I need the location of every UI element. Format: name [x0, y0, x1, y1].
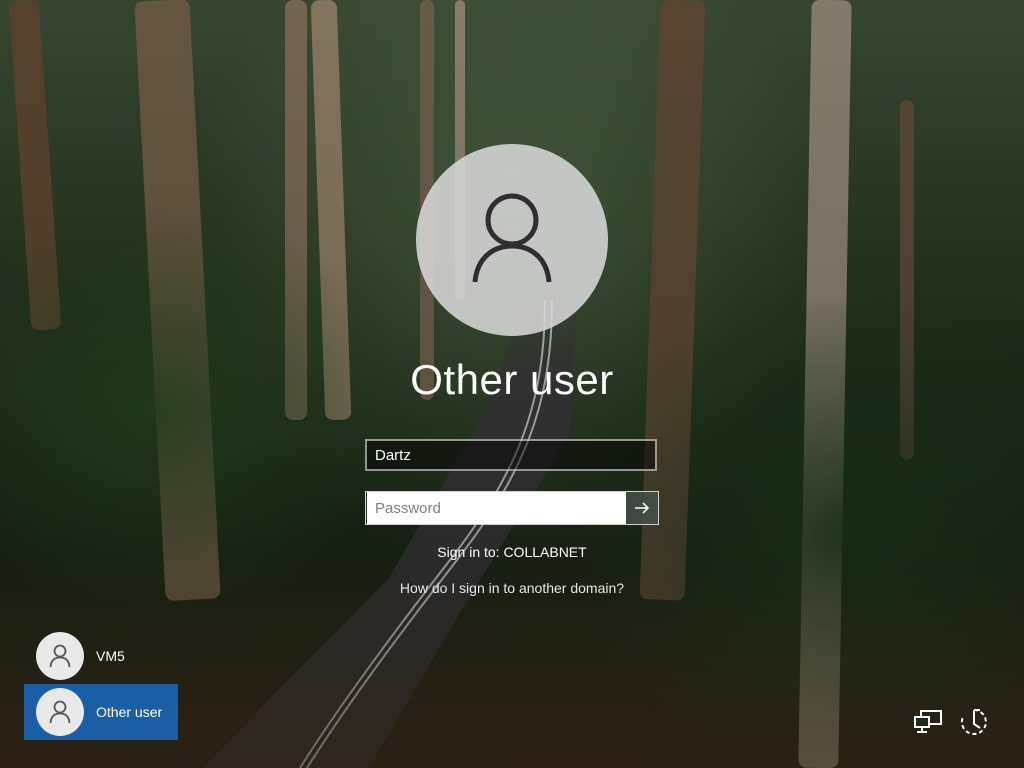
username-field[interactable]: Dartz	[365, 439, 657, 471]
password-field[interactable]	[366, 492, 626, 524]
username-value: Dartz	[375, 446, 411, 464]
sign-in-domain-text: Sign in to: COLLABNET	[437, 544, 587, 560]
selected-user-name: Other user	[410, 356, 614, 403]
network-button[interactable]	[910, 704, 946, 740]
user-tile-other-user[interactable]: Other user	[24, 684, 178, 740]
network-icon	[914, 710, 942, 733]
user-icon	[49, 700, 71, 724]
user-avatar	[416, 144, 608, 336]
ease-of-access-icon	[960, 709, 987, 735]
domain-help-link[interactable]: How do I sign in to another domain?	[400, 580, 624, 596]
avatar	[36, 632, 84, 680]
user-tile-label: VM5	[96, 648, 125, 664]
user-icon	[49, 644, 71, 668]
user-tile-vm5[interactable]: VM5	[24, 628, 178, 684]
password-box	[365, 491, 659, 525]
user-tile-label: Other user	[96, 704, 163, 720]
ease-of-access-button[interactable]	[956, 704, 992, 740]
arrow-right-icon	[635, 502, 650, 514]
avatar	[36, 688, 84, 736]
user-icon	[472, 193, 552, 283]
submit-button[interactable]	[626, 492, 658, 524]
